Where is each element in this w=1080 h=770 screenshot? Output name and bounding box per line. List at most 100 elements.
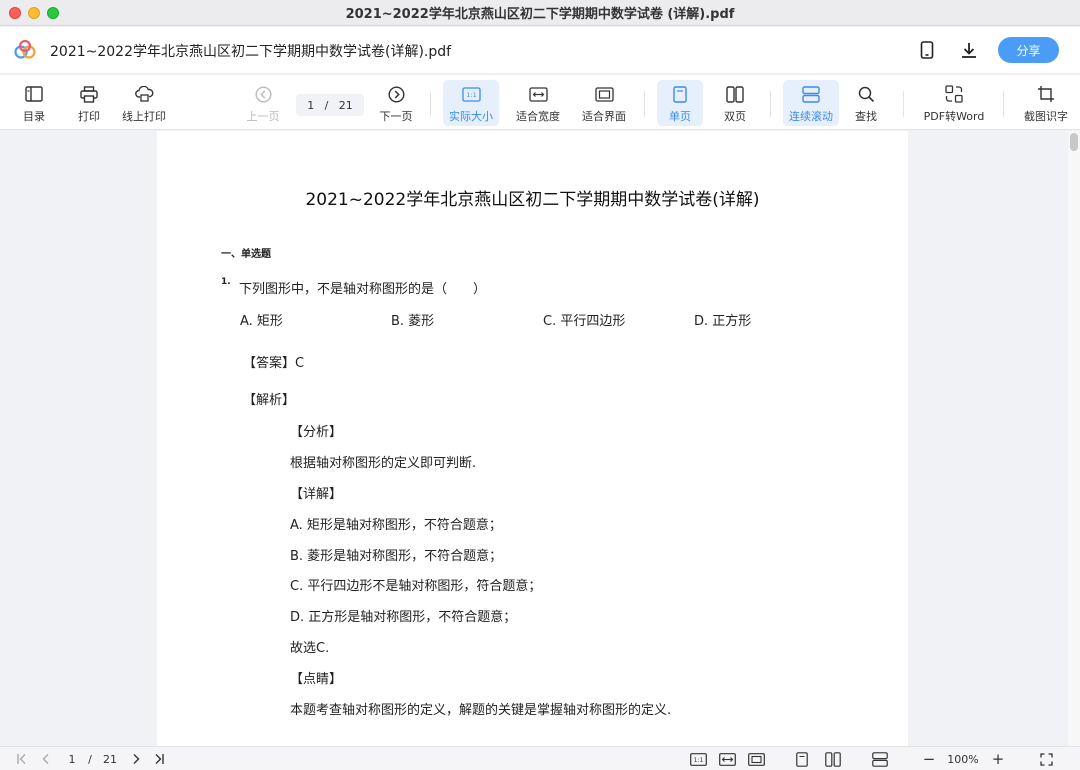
prev-page-icon[interactable] [38, 751, 54, 767]
continuous-scroll-label: 连续滚动 [789, 110, 833, 123]
fit-width-button[interactable]: 适合宽度 [512, 80, 564, 126]
status-actual-size-badge: 1:1 [693, 757, 703, 764]
actual-size-icon[interactable]: 1:1 [688, 751, 708, 767]
fit-width-label: 适合宽度 [516, 110, 560, 123]
fenxi-text: 根据轴对称图形的定义即可判断. [290, 456, 477, 471]
find-button[interactable]: 查找 [847, 80, 885, 126]
zoom-in-button[interactable]: + [989, 750, 1007, 768]
fit-width-icon[interactable] [717, 751, 737, 767]
next-page-icon[interactable] [128, 751, 144, 767]
toolbar: 目录 打印 线上打印 上一页 1 / 21 下一页 1:1 实际大小 适合宽度 … [0, 74, 1080, 130]
chevron-left-circle-icon [243, 83, 283, 105]
pdf-to-word-button[interactable]: PDF转Word [918, 80, 990, 126]
option-a: A. 矩形 [240, 314, 283, 329]
actual-size-label: 实际大小 [449, 110, 493, 123]
next-page-button[interactable]: 下一页 [376, 80, 416, 126]
zoom-out-button[interactable]: − [920, 750, 938, 768]
question-number: 1. [221, 277, 231, 287]
status-page-separator: / [88, 752, 92, 766]
detail-line: 故选C. [290, 641, 330, 656]
window-controls [9, 7, 59, 19]
single-page-button[interactable]: 单页 [657, 80, 703, 126]
analysis-heading: 【解析】 [243, 393, 296, 408]
double-page-button[interactable]: 双页 [714, 80, 756, 126]
toolbar-divider [430, 91, 431, 117]
current-page: 1 [307, 98, 315, 112]
status-bar: 1 / 21 1:1 − 100% + [0, 746, 1080, 770]
crop-icon [1018, 83, 1074, 105]
continuous-scroll-button[interactable]: 连续滚动 [783, 80, 839, 126]
first-page-icon[interactable] [14, 751, 30, 767]
zoom-level[interactable]: 100% [944, 751, 982, 767]
status-total-pages: 21 [103, 752, 117, 766]
toolbar-divider [1003, 91, 1004, 117]
detail-line: A. 矩形是轴对称图形，不符合题意； [290, 518, 502, 533]
option-b: B. 菱形 [391, 314, 435, 329]
prev-page-button[interactable]: 上一页 [243, 80, 283, 126]
total-pages: 21 [338, 98, 353, 112]
detail-line: B. 菱形是轴对称图形，不符合题意； [290, 549, 503, 564]
convert-icon [918, 83, 990, 105]
find-label: 查找 [855, 110, 877, 123]
document-viewport[interactable]: 2021~2022学年北京燕山区初二下学期期中数学试卷(详解) 一、单选题 1.… [0, 131, 1080, 746]
single-page-icon[interactable] [794, 751, 810, 767]
app-header: 2021~2022学年北京燕山区初二下学期期中数学试卷(详解).pdf 分享 [0, 27, 1080, 73]
double-page-icon[interactable] [824, 751, 842, 767]
pdf-to-word-label: PDF转Word [923, 110, 985, 123]
chevron-right-circle-icon [376, 83, 416, 105]
print-button[interactable]: 打印 [70, 80, 108, 126]
actual-size-badge: 1:1 [466, 91, 476, 99]
printer-icon [70, 83, 108, 105]
continuous-scroll-icon[interactable] [871, 751, 889, 767]
minimize-window-button[interactable] [28, 7, 40, 19]
search-icon [847, 83, 885, 105]
xiangjie-heading: 【详解】 [290, 487, 343, 502]
ocr-button[interactable]: 截图识字 [1018, 80, 1074, 126]
toc-button[interactable]: 目录 [14, 80, 54, 126]
detail-line: C. 平行四边形不是轴对称图形，符合题意； [290, 579, 542, 594]
print-label: 打印 [78, 110, 100, 123]
phone-icon[interactable] [916, 39, 938, 61]
vertical-scrollbar[interactable] [1068, 131, 1080, 746]
share-button[interactable]: 分享 [998, 37, 1059, 63]
answer-line: 【答案】C [243, 356, 305, 371]
download-icon[interactable] [958, 39, 980, 61]
fenxi-heading: 【分析】 [290, 425, 343, 440]
section-heading: 一、单选题 [221, 249, 271, 260]
double-page-label: 双页 [724, 110, 746, 123]
window-title: 2021~2022学年北京燕山区初二下学期期中数学试卷 (详解).pdf [345, 7, 735, 22]
last-page-icon[interactable] [151, 751, 167, 767]
fit-page-label: 适合界面 [582, 110, 626, 123]
online-print-button[interactable]: 线上打印 [118, 80, 170, 126]
toolbar-divider [644, 91, 645, 117]
double-page-icon [714, 83, 756, 105]
dianjing-text: 本题考查轴对称图形的定义，解题的关键是掌握轴对称图形的定义. [290, 703, 672, 718]
fit-page-button[interactable]: 适合界面 [578, 80, 630, 126]
single-page-icon [657, 83, 703, 105]
actual-size-button[interactable]: 1:1 实际大小 [443, 80, 499, 126]
actual-size-icon: 1:1 [443, 83, 499, 105]
scrollbar-thumb[interactable] [1070, 133, 1078, 151]
prev-page-label: 上一页 [246, 110, 280, 123]
option-d: D. 正方形 [694, 314, 752, 329]
toc-icon [14, 83, 54, 105]
next-page-label: 下一页 [379, 110, 413, 123]
app-logo-icon [14, 40, 36, 59]
question-text: 下列图形中，不是轴对称图形的是（ ） [239, 282, 487, 297]
dianjing-heading: 【点睛】 [290, 672, 343, 687]
toolbar-divider [770, 91, 771, 117]
page-number-input[interactable]: 1 / 21 [296, 94, 364, 116]
continuous-scroll-icon [783, 83, 839, 105]
title-bar: 2021~2022学年北京燕山区初二下学期期中数学试卷 (详解).pdf [0, 0, 1080, 26]
ocr-label: 截图识字 [1024, 110, 1068, 123]
zoom-window-button[interactable] [47, 7, 59, 19]
document-title: 2021~2022学年北京燕山区初二下学期期中数学试卷(详解) [305, 190, 760, 210]
pdf-page: 2021~2022学年北京燕山区初二下学期期中数学试卷(详解) 一、单选题 1.… [157, 131, 908, 746]
single-page-label: 单页 [669, 110, 691, 123]
detail-line: D. 正方形是轴对称图形，不符合题意； [290, 610, 517, 625]
fit-page-icon[interactable] [746, 751, 766, 767]
close-window-button[interactable] [9, 7, 21, 19]
page-separator: / [324, 98, 329, 112]
fullscreen-icon[interactable] [1037, 751, 1055, 767]
status-current-page[interactable]: 1 [64, 751, 80, 767]
